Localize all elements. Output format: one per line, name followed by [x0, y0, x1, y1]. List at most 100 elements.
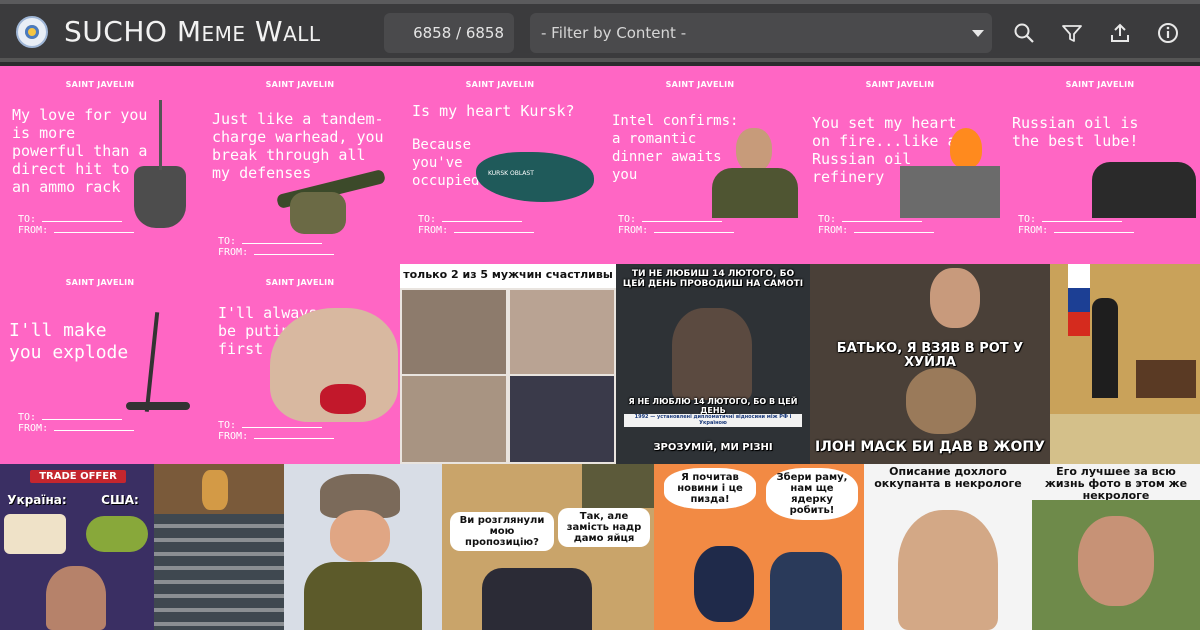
- photo-panel: [510, 290, 614, 374]
- kursk-map-image: KURSK OBLAST: [476, 152, 594, 202]
- meme-top-text: только 2 из 5 мужчин счастливы: [400, 264, 616, 288]
- app-title: SUCHO Meme Wall: [64, 15, 321, 48]
- fire-image: [950, 128, 982, 168]
- two-men-image: [1092, 162, 1196, 218]
- card-caption: Just like a tandem-charge warhead, you b…: [212, 110, 384, 182]
- valentine-card-putin-first[interactable]: SAINT JAVELIN I'll always be putin you f…: [200, 264, 400, 464]
- filter-icon[interactable]: [1060, 21, 1084, 45]
- photo-panel: [402, 290, 506, 374]
- batman-image: [770, 552, 842, 630]
- photo-panel: [402, 376, 506, 462]
- meme-stairs[interactable]: [154, 464, 284, 630]
- search-icon[interactable]: [1012, 21, 1036, 45]
- roses-image: [320, 384, 366, 414]
- meme-wall-grid: SAINT JAVELIN My love for you is more po…: [0, 66, 1200, 630]
- valentine-card-russian-oil[interactable]: SAINT JAVELIN Russian oil is the best lu…: [1000, 66, 1200, 264]
- meme-oval-office[interactable]: [1050, 264, 1200, 464]
- tank-barrel-image: [159, 100, 162, 170]
- trade-offer-badge: TRADE OFFER: [30, 470, 126, 483]
- face-image: [898, 510, 998, 630]
- valentine-card-refinery[interactable]: SAINT JAVELIN You set my heart on fire..…: [800, 66, 1000, 264]
- valentine-card-scooter[interactable]: SAINT JAVELIN I'll make you explode TO: F…: [0, 264, 200, 464]
- robin-image: [694, 546, 754, 622]
- card-to-from: TO: FROM:: [418, 214, 535, 236]
- meme-top-text: ТИ НЕ ЛЮБИШ 14 ЛЮТОГО, БО ЦЕЙ ДЕНЬ ПРОВО…: [622, 269, 804, 289]
- officer-uniform-image: [712, 168, 798, 218]
- filter-select-value: - Filter by Content -: [541, 24, 687, 42]
- officer-face-image: [736, 128, 772, 172]
- valentine-card-ammo-rack[interactable]: SAINT JAVELIN My love for you is more po…: [0, 66, 200, 264]
- card-brand: SAINT JAVELIN: [265, 278, 335, 287]
- card-to-from: TO: FROM:: [18, 412, 135, 434]
- valentine-card-intel[interactable]: SAINT JAVELIN Intel confirms: a romantic…: [600, 66, 800, 264]
- speech-bubble-1: Ви розглянули мою пропозицію?: [450, 512, 554, 551]
- card-brand: SAINT JAVELIN: [465, 80, 535, 89]
- carpet-image: [1050, 414, 1200, 464]
- speech-bubble-2: Збери раму, нам ще ядерку робить!: [766, 468, 858, 520]
- soldier-image: [290, 192, 346, 234]
- meme-mid-text: Я НЕ ЛЮБЛЮ 14 ЛЮТОГО, БО В ЦЕЙ ДЕНЬ: [628, 397, 798, 415]
- meme-obituary-right[interactable]: Его лучшее за всю жизнь фото в этом же н…: [1032, 464, 1200, 630]
- meme-left-label: Україна:: [7, 493, 67, 507]
- meme-bottom-text: ЗРОЗУМІЙ, МИ РІЗНІ: [653, 442, 773, 453]
- missile-image: [86, 516, 148, 552]
- deer-image: [202, 470, 228, 510]
- man-in-suit-image: [672, 308, 752, 400]
- stairs-image: [154, 514, 284, 630]
- card-to-from: TO: FROM:: [218, 236, 335, 258]
- meme-obituary-left[interactable]: Описание дохлого оккупанта в некрологе: [864, 464, 1032, 630]
- tank-turret-image: [134, 166, 186, 228]
- meme-soviet-general[interactable]: [284, 464, 442, 630]
- photo-panel: [510, 376, 614, 462]
- meme-trade-offer[interactable]: TRADE OFFER Україна: США:: [0, 464, 154, 630]
- meme-caption: Описание дохлого оккупанта в некрологе: [874, 465, 1022, 491]
- valentine-card-kursk[interactable]: SAINT JAVELIN Is my heart Kursk? Because…: [400, 66, 600, 264]
- face-image: [930, 268, 980, 328]
- card-caption: Is my heart Kursk?: [412, 102, 575, 120]
- face-image: [906, 368, 976, 434]
- card-caption: Russian oil is the best lube!: [1012, 114, 1139, 150]
- flag-image: [1068, 264, 1090, 336]
- chevron-down-icon: [972, 30, 984, 37]
- meme-caption: Его лучшее за всю жизнь фото в этом же н…: [1044, 465, 1188, 503]
- card-to-from: TO: FROM:: [818, 214, 935, 236]
- speech-bubble-1: Я почитав новини і це пизда!: [664, 468, 756, 509]
- card-brand: SAINT JAVELIN: [65, 80, 135, 89]
- card-brand: SAINT JAVELIN: [1065, 80, 1135, 89]
- man-standing-image: [1092, 298, 1118, 398]
- card-brand: SAINT JAVELIN: [865, 80, 935, 89]
- face-image: [330, 510, 390, 562]
- person-image: [46, 566, 106, 630]
- eggs-image: [4, 514, 66, 554]
- speech-bubble-2: Так, але замість надр дамо яйця: [558, 508, 650, 547]
- meme-batman-slap[interactable]: Я почитав новини і це пизда! Збери раму,…: [654, 464, 864, 630]
- card-caption: I'll make you explode: [9, 320, 129, 363]
- card-to-from: TO: FROM:: [218, 420, 335, 442]
- content-filter-select[interactable]: - Filter by Content -: [530, 13, 992, 53]
- meme-happy-men[interactable]: только 2 из 5 мужчин счастливы: [400, 264, 616, 464]
- valentine-card-tandem-warhead[interactable]: SAINT JAVELIN Just like a tandem-charge …: [200, 66, 400, 264]
- app-header: SUCHO Meme Wall 6858 / 6858 - Filter by …: [0, 4, 1200, 62]
- desk-image: [1136, 360, 1196, 398]
- face-image: [1078, 516, 1154, 606]
- sucho-logo[interactable]: [16, 16, 48, 48]
- meme-phone-call[interactable]: Ви розглянули мою пропозицію? Так, але з…: [442, 464, 654, 630]
- upload-icon[interactable]: [1108, 21, 1132, 45]
- meme-small-text: 1992 — установлені дипломатичні відносин…: [624, 414, 802, 427]
- card-brand: SAINT JAVELIN: [265, 80, 335, 89]
- meme-bottom-text: ІЛОН МАСК БИ ДАВ В ЖОПУ: [815, 439, 1045, 455]
- man-on-phone-image: [482, 568, 592, 630]
- card-to-from: TO: FROM:: [1018, 214, 1135, 236]
- meme-valentines-day[interactable]: ТИ НЕ ЛЮБИШ 14 ЛЮТОГО, БО ЦЕЙ ДЕНЬ ПРОВО…: [616, 264, 810, 464]
- refinery-image: [900, 166, 1000, 218]
- info-icon[interactable]: [1156, 21, 1180, 45]
- meme-batko[interactable]: БАТЬКО, Я ВЗЯВ В РОТ У ХУЙЛА ІЛОН МАСК Б…: [810, 264, 1050, 464]
- card-to-from: TO: FROM:: [618, 214, 735, 236]
- soldier-image: [582, 464, 654, 508]
- meme-right-label: США:: [101, 493, 139, 507]
- meme-top-text: БАТЬКО, Я ВЗЯВ В РОТ У ХУЙЛА: [836, 341, 1024, 371]
- scooter-deck-image: [126, 402, 190, 410]
- card-brand: SAINT JAVELIN: [65, 278, 135, 287]
- card-caption: My love for you is more powerful than a …: [12, 106, 148, 196]
- card-to-from: TO: FROM:: [18, 214, 135, 236]
